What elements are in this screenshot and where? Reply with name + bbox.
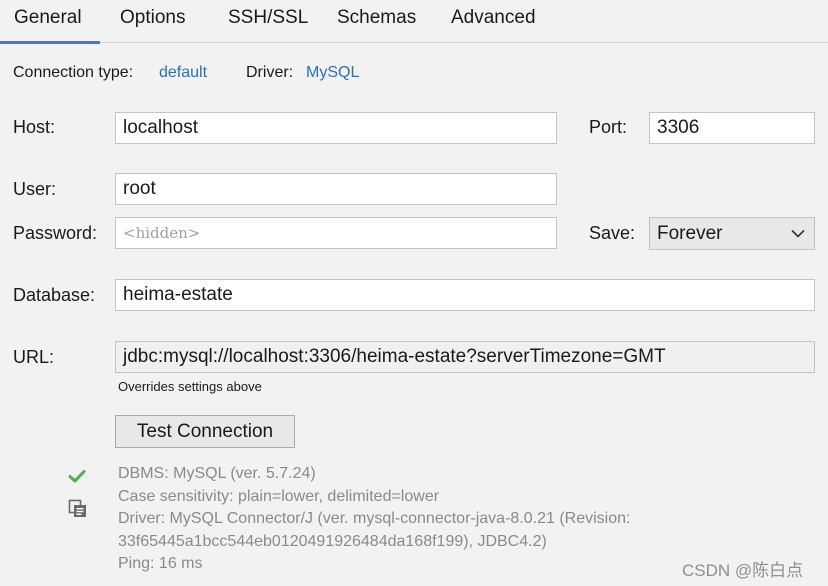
database-label: Database: bbox=[13, 285, 96, 305]
password-placeholder: <hidden> bbox=[123, 224, 201, 242]
password-label: Password: bbox=[13, 223, 98, 243]
connection-type-link[interactable]: default bbox=[159, 64, 207, 82]
connection-type-label: Connection type: bbox=[13, 64, 134, 81]
test-connection-button[interactable]: Test Connection bbox=[115, 415, 295, 448]
user-label: User: bbox=[13, 179, 57, 199]
watermark: CSDN @陈白点 bbox=[682, 561, 804, 580]
result-line-driver: Driver: MySQL Connector/J (ver. mysql-co… bbox=[118, 510, 631, 528]
port-label: Port: bbox=[589, 117, 628, 137]
result-line-ping: Ping: 16 ms bbox=[118, 555, 203, 573]
url-note: Overrides settings above bbox=[118, 379, 262, 394]
host-input[interactable]: localhost bbox=[115, 112, 557, 144]
driver-label: Driver: bbox=[246, 64, 294, 81]
copy-icon[interactable] bbox=[68, 499, 88, 519]
tab-advanced[interactable]: Advanced bbox=[451, 0, 536, 43]
tab-general[interactable]: General bbox=[0, 0, 100, 44]
database-input[interactable]: heima-estate bbox=[115, 279, 815, 311]
tab-bar: General Options SSH/SSL Schemas Advanced bbox=[0, 0, 828, 44]
result-info: DBMS: MySQL (ver. 5.7.24) Case sensitivi… bbox=[118, 463, 630, 576]
tab-ssh-ssl[interactable]: SSH/SSL bbox=[228, 0, 308, 43]
host-label: Host: bbox=[13, 117, 56, 137]
result-line-case-sensitivity: Case sensitivity: plain=lower, delimited… bbox=[118, 487, 440, 505]
result-line-dbms: DBMS: MySQL (ver. 5.7.24) bbox=[118, 465, 316, 482]
driver-link[interactable]: MySQL bbox=[306, 64, 359, 82]
tab-options[interactable]: Options bbox=[120, 0, 185, 43]
tab-schemas[interactable]: Schemas bbox=[337, 0, 416, 43]
checkmark-icon bbox=[67, 466, 87, 486]
save-label: Save: bbox=[589, 223, 636, 243]
url-label: URL: bbox=[13, 347, 55, 367]
user-input[interactable]: root bbox=[115, 173, 557, 205]
port-input[interactable]: 3306 bbox=[649, 112, 815, 144]
password-input[interactable]: <hidden> bbox=[115, 217, 557, 249]
chevron-down-icon bbox=[791, 218, 805, 249]
save-select-value: Forever bbox=[657, 223, 723, 244]
save-select[interactable]: Forever bbox=[649, 217, 815, 250]
url-input[interactable]: jdbc:mysql://localhost:3306/heima-estate… bbox=[115, 341, 815, 373]
data-source-settings-panel: General Options SSH/SSL Schemas Advanced… bbox=[0, 0, 828, 586]
result-line-revision: 33f65445a1bcc544eb0120491926484da168f199… bbox=[118, 532, 547, 550]
